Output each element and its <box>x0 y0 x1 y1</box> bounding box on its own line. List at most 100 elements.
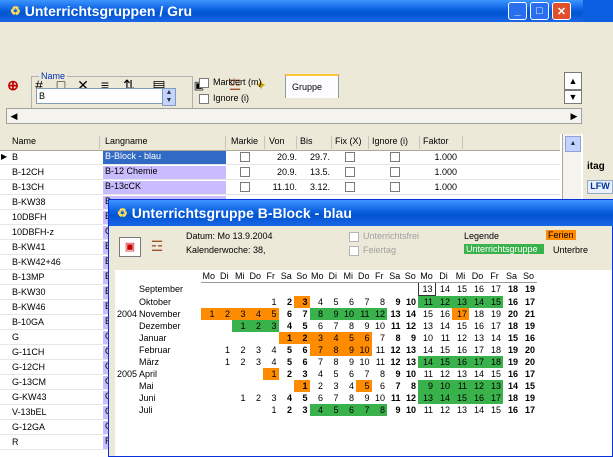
calendar-day[interactable]: 1 <box>263 368 279 380</box>
row-fix-checkbox[interactable] <box>345 152 355 162</box>
calendar-day[interactable]: 18 <box>486 344 503 356</box>
calendar-day[interactable]: 9 <box>325 308 341 320</box>
row-fix-checkbox[interactable] <box>345 182 355 192</box>
row-fix-checkbox[interactable] <box>345 167 355 177</box>
calendar-day[interactable]: 6 <box>310 320 326 332</box>
calendar-day[interactable]: 13 <box>452 368 469 380</box>
calendar-day[interactable]: 17 <box>469 356 487 368</box>
calendar-day[interactable]: 2 <box>248 392 264 404</box>
calendar-day[interactable]: 4 <box>247 308 264 320</box>
calendar-day[interactable]: 10 <box>356 356 372 368</box>
calendar-day[interactable]: 2 <box>247 320 264 332</box>
calendar-day[interactable] <box>310 283 326 296</box>
calendar-day[interactable]: 2 <box>232 356 248 368</box>
calendar-day[interactable]: 5 <box>340 332 357 344</box>
calendar-day[interactable]: 8 <box>371 404 388 416</box>
calendar-day[interactable]: 19 <box>520 320 537 332</box>
calendar-day[interactable] <box>201 404 217 416</box>
list-scroll-up[interactable]: ▲ <box>565 136 581 152</box>
calendar-day[interactable] <box>201 344 217 356</box>
calendar-day[interactable]: 8 <box>309 308 326 320</box>
calendar-day[interactable]: 12 <box>403 320 419 332</box>
calendar-day[interactable] <box>217 368 233 380</box>
calendar-day[interactable]: 13 <box>403 356 419 368</box>
row-markiert-checkbox[interactable] <box>240 167 250 177</box>
calendar-day[interactable] <box>201 380 217 392</box>
calendar-day[interactable] <box>341 283 357 296</box>
calendar-day[interactable] <box>201 296 217 309</box>
calendar-day[interactable]: 15 <box>452 283 469 296</box>
calendar-day[interactable]: 5 <box>279 356 295 368</box>
calendar-day[interactable]: 13 <box>486 380 504 392</box>
calendar-day[interactable]: 17 <box>486 392 504 404</box>
calendar-day[interactable]: 17 <box>452 308 470 320</box>
calendar-day[interactable]: 9 <box>418 380 436 392</box>
maximize-button[interactable]: □ <box>530 2 549 20</box>
calendar-day[interactable]: 4 <box>341 380 357 392</box>
calendar-day[interactable]: 11 <box>418 404 435 416</box>
calendar-day[interactable]: 7 <box>325 392 341 404</box>
calendar-day[interactable]: 9 <box>341 356 357 368</box>
calendar-day[interactable]: 13 <box>469 332 486 344</box>
calendar-day[interactable]: 5 <box>294 320 310 332</box>
h-scroll-right[interactable]: ▶ <box>567 109 581 123</box>
calendar-day[interactable] <box>201 368 217 380</box>
calendar-day[interactable]: 18 <box>469 308 486 320</box>
calendar-day[interactable]: 6 <box>356 332 372 344</box>
calendar-day[interactable] <box>403 283 419 296</box>
calendar-day[interactable]: 16 <box>503 404 520 416</box>
calendar-day[interactable]: 16 <box>452 356 470 368</box>
calendar-day[interactable]: 8 <box>403 380 419 392</box>
calendar-day[interactable]: 12 <box>435 295 453 308</box>
calendar-day[interactable]: 7 <box>309 344 326 356</box>
calendar-day[interactable] <box>356 283 372 296</box>
calendar-day[interactable] <box>232 296 248 309</box>
calendar-day[interactable]: 15 <box>418 308 435 320</box>
calendar-day[interactable]: 7 <box>356 368 372 380</box>
calendar-day[interactable]: 3 <box>294 295 310 308</box>
calendar-day[interactable]: 12 <box>435 368 452 380</box>
calendar-day[interactable]: 9 <box>387 404 403 416</box>
calendar-day[interactable]: 10 <box>372 320 388 332</box>
minimize-button[interactable]: _ <box>508 2 527 20</box>
calendar-day[interactable]: 15 <box>520 380 537 392</box>
calendar-day[interactable]: 4 <box>310 368 326 380</box>
calendar-day[interactable]: 15 <box>435 356 453 368</box>
name-input[interactable] <box>36 88 164 104</box>
h-scrollbar[interactable]: ◀ ▶ <box>6 108 582 124</box>
calendar-day[interactable]: 17 <box>486 283 503 296</box>
calendar-day[interactable] <box>279 283 295 296</box>
calendar-day[interactable]: 14 <box>403 308 419 320</box>
calendar-day[interactable]: 4 <box>310 296 326 309</box>
calendar-day[interactable]: 15 <box>486 368 503 380</box>
calendar-day[interactable]: 8 <box>372 368 388 380</box>
list-column-header[interactable]: Markie <box>229 136 265 149</box>
calendar-day[interactable]: 13 <box>417 282 436 296</box>
calendar-day[interactable]: 12 <box>452 332 469 344</box>
calendar-day[interactable]: 10 <box>356 344 372 356</box>
calendar-day[interactable]: 10 <box>403 368 419 380</box>
calendar-day[interactable]: 7 <box>325 320 341 332</box>
calendar-day[interactable]: 11 <box>356 308 372 320</box>
calendar-day[interactable]: 13 <box>387 308 403 320</box>
h-scroll-left[interactable]: ◀ <box>7 109 21 123</box>
row-ignore-checkbox[interactable] <box>390 182 400 192</box>
calendar-day[interactable]: 14 <box>469 404 486 416</box>
calendar-day[interactable]: 2 <box>279 296 295 309</box>
calendar-day[interactable]: 17 <box>486 320 503 332</box>
calendar-day[interactable]: 9 <box>340 344 357 356</box>
calendar-day[interactable]: 4 <box>309 404 326 416</box>
calendar-day[interactable] <box>217 332 233 344</box>
ignore-checkbox[interactable] <box>199 94 209 104</box>
calendar-day[interactable]: 1 <box>263 404 279 416</box>
calendar-day[interactable]: 2 <box>294 332 310 344</box>
calendar-day[interactable]: 4 <box>279 320 295 332</box>
calendar-day[interactable]: 5 <box>356 380 372 392</box>
calendar-day[interactable]: 18 <box>503 283 520 296</box>
calendar-day[interactable]: 13 <box>403 344 419 356</box>
calendar-day[interactable]: 12 <box>371 308 388 320</box>
calendar-day[interactable]: 6 <box>279 308 295 320</box>
calendar-day[interactable]: 13 <box>418 320 435 332</box>
calendar-day[interactable]: 4 <box>263 344 279 356</box>
calendar-day[interactable]: 9 <box>356 320 372 332</box>
